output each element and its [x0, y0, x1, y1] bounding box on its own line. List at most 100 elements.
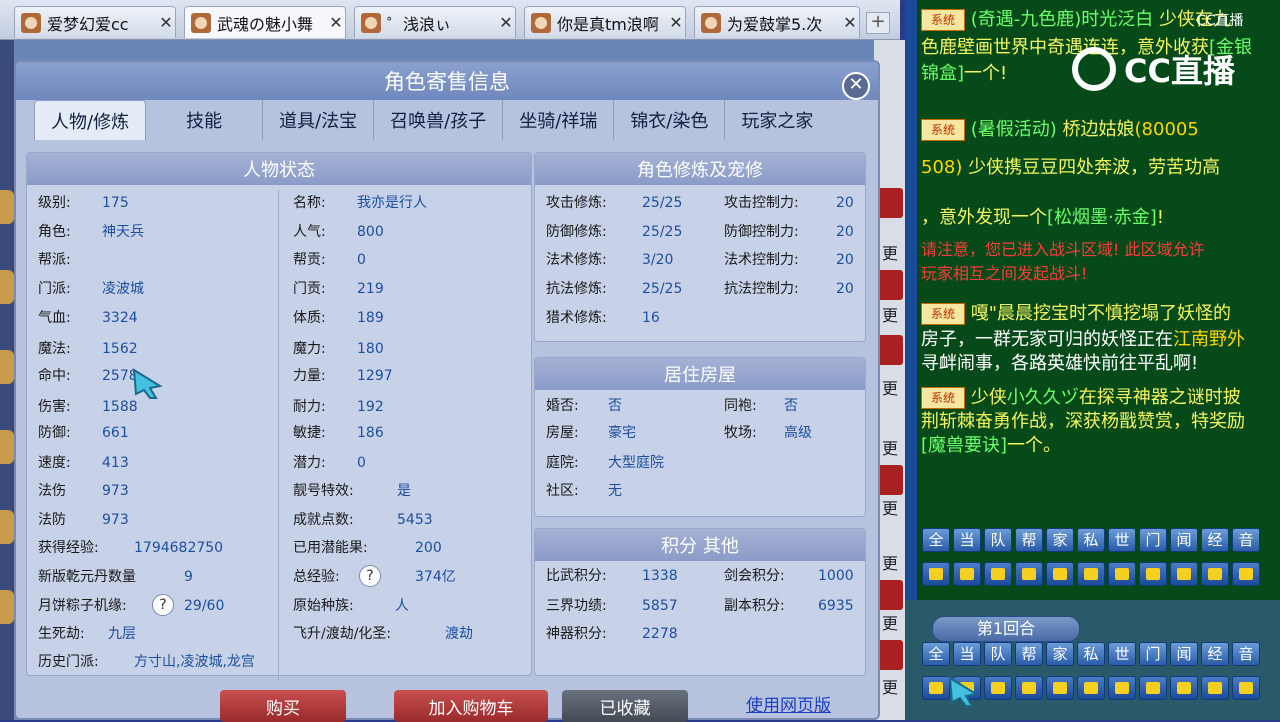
- field-value: 渡劫: [445, 626, 473, 642]
- channel-all-button[interactable]: 全: [922, 528, 950, 552]
- tab-outfits[interactable]: 锦衣/染色: [614, 100, 726, 140]
- favorited-button[interactable]: 已收藏: [562, 690, 688, 722]
- list-item-badge[interactable]: [877, 335, 903, 365]
- search-icon[interactable]: [1015, 676, 1043, 700]
- list-item[interactable]: 更: [880, 302, 900, 326]
- help-icon[interactable]: ?: [359, 565, 381, 587]
- list-item-badge[interactable]: [877, 188, 903, 218]
- list-item[interactable]: 更: [880, 375, 900, 399]
- grid-icon[interactable]: [1077, 676, 1105, 700]
- list-item-badge[interactable]: [877, 580, 903, 610]
- tab-close-icon[interactable]: ✕: [157, 13, 175, 32]
- tab-pets[interactable]: 召唤兽/孩子: [374, 100, 504, 140]
- field-label: 猎术修炼:: [546, 310, 607, 326]
- list-item[interactable]: 更: [880, 495, 900, 519]
- avatar[interactable]: [0, 590, 14, 624]
- broom-icon[interactable]: [1139, 562, 1167, 586]
- list-item-badge[interactable]: [877, 640, 903, 670]
- avatar[interactable]: [0, 270, 14, 304]
- avatar[interactable]: [0, 510, 14, 544]
- channel-sect-button[interactable]: 门: [1139, 528, 1167, 552]
- channel-sect-button[interactable]: 门: [1139, 642, 1167, 666]
- search-icon[interactable]: [1015, 562, 1043, 586]
- browser-tab-2[interactable]: 武魂の魅小舞 ✕: [184, 6, 346, 38]
- up-arrow-icon[interactable]: [953, 562, 981, 586]
- add-to-cart-button[interactable]: 加入购物车: [394, 690, 548, 722]
- channel-world-button[interactable]: 世: [1108, 642, 1136, 666]
- left-arrow-icon[interactable]: [922, 562, 950, 586]
- field-label: 帮派:: [38, 252, 71, 268]
- channel-family-button[interactable]: 家: [1046, 528, 1074, 552]
- tab-character[interactable]: 人物/修炼: [34, 100, 147, 140]
- web-version-link[interactable]: 使用网页版: [746, 696, 831, 718]
- tab-skills[interactable]: 技能: [146, 100, 264, 140]
- panel-tabs: 人物/修炼 技能 道具/法宝 召唤兽/孩子 坐骑/祥瑞 锦衣/染色 玩家之家: [34, 100, 876, 140]
- channel-all-button[interactable]: 全: [922, 642, 950, 666]
- channel-private-button[interactable]: 私: [1077, 642, 1105, 666]
- list-item[interactable]: 更: [880, 610, 900, 634]
- list-item[interactable]: 更: [880, 674, 900, 698]
- tab-close-icon[interactable]: ✕: [667, 13, 685, 32]
- channel-current-button[interactable]: 当: [953, 528, 981, 552]
- channel-current-button[interactable]: 当: [953, 642, 981, 666]
- avatar[interactable]: [0, 190, 14, 224]
- tab-items[interactable]: 道具/法宝: [263, 100, 375, 140]
- close-button[interactable]: ✕: [842, 72, 870, 100]
- down-arrow-icon[interactable]: [984, 676, 1012, 700]
- tab-close-icon[interactable]: ✕: [841, 13, 859, 32]
- house-row: 婚否: 否 同袍: 否: [546, 396, 798, 416]
- add-note-icon[interactable]: [1232, 676, 1260, 700]
- channel-guild-button[interactable]: 帮: [1015, 642, 1043, 666]
- field-label: 防御修炼:: [546, 224, 607, 240]
- channel-family-button[interactable]: 家: [1046, 642, 1074, 666]
- lock-icon[interactable]: [1108, 676, 1136, 700]
- browser-tab-5[interactable]: 为爱鼓掌5.次 ✕: [694, 6, 860, 38]
- channel-team-button[interactable]: 队: [984, 528, 1012, 552]
- channel-news-button[interactable]: 闻: [1170, 642, 1198, 666]
- chat-bubble-icon[interactable]: [1201, 676, 1229, 700]
- add-note-icon[interactable]: [1232, 562, 1260, 586]
- channel-news-button[interactable]: 闻: [1170, 528, 1198, 552]
- list-item[interactable]: 更: [880, 240, 900, 264]
- lock-icon[interactable]: [1108, 562, 1136, 586]
- channel-private-button[interactable]: 私: [1077, 528, 1105, 552]
- list-item-badge[interactable]: [877, 465, 903, 495]
- channel-guild-button[interactable]: 帮: [1015, 528, 1043, 552]
- status-row: 耐力: 192: [293, 397, 384, 417]
- channel-world-button[interactable]: 世: [1108, 528, 1136, 552]
- tab-mounts[interactable]: 坐骑/祥瑞: [503, 100, 615, 140]
- avatar[interactable]: [0, 350, 14, 384]
- status-row: 新版乾元丹数量 9: [38, 567, 193, 587]
- field-value: 175: [102, 195, 129, 211]
- status-row: 名称: 我亦是行人: [293, 193, 427, 213]
- browser-tab-4[interactable]: 你是真tm浪啊 ✕: [524, 6, 686, 38]
- new-tab-button[interactable]: +: [866, 12, 890, 34]
- browser-tab-1[interactable]: 爱梦幻爱cc ✕: [14, 6, 176, 38]
- channel-team-button[interactable]: 队: [984, 642, 1012, 666]
- list-item[interactable]: 更: [880, 550, 900, 574]
- channel-exp-button[interactable]: 经: [1201, 528, 1229, 552]
- tab-player-home[interactable]: 玩家之家: [725, 100, 829, 140]
- folder-icon[interactable]: [1170, 676, 1198, 700]
- list-item-badge[interactable]: [877, 270, 903, 300]
- channel-exp-button[interactable]: 经: [1201, 642, 1229, 666]
- grid-icon[interactable]: [1077, 562, 1105, 586]
- field-value: 1794682750: [134, 540, 224, 556]
- chat-bubble-icon[interactable]: [1201, 562, 1229, 586]
- browser-tab-3[interactable]: ゜浅浪ぃ ✕: [354, 6, 516, 38]
- broom-icon[interactable]: [1139, 676, 1167, 700]
- tab-close-icon[interactable]: ✕: [327, 13, 345, 32]
- buy-button[interactable]: 购买: [220, 690, 346, 722]
- channel-voice-button[interactable]: 音: [1232, 642, 1260, 666]
- note-icon[interactable]: [1046, 562, 1074, 586]
- field-label: 比武积分:: [546, 568, 607, 584]
- channel-voice-button[interactable]: 音: [1232, 528, 1260, 552]
- down-arrow-icon[interactable]: [984, 562, 1012, 586]
- note-icon[interactable]: [1046, 676, 1074, 700]
- tab-title: 你是真tm浪啊: [557, 14, 659, 34]
- help-icon[interactable]: ?: [152, 594, 174, 616]
- folder-icon[interactable]: [1170, 562, 1198, 586]
- tab-close-icon[interactable]: ✕: [497, 13, 515, 32]
- list-item[interactable]: 更: [880, 435, 900, 459]
- avatar[interactable]: [0, 430, 14, 464]
